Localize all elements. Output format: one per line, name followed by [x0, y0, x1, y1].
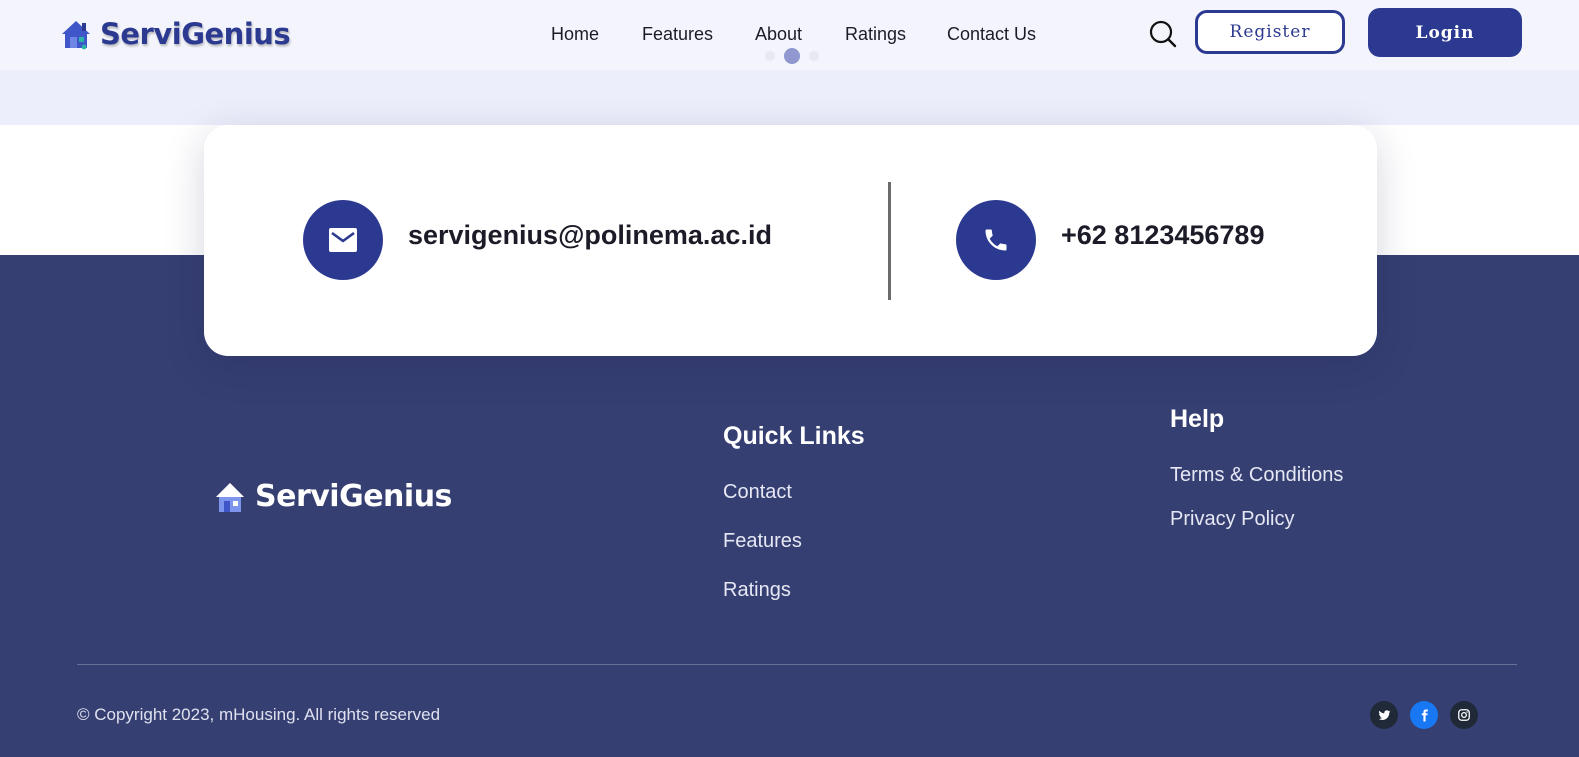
footer-brand-name: ServiGenius — [255, 479, 452, 514]
header-brand[interactable]: ServiGenius — [61, 17, 291, 51]
phone-icon-circle — [956, 200, 1036, 280]
contact-divider — [888, 182, 891, 300]
footer-link-privacy[interactable]: Privacy Policy — [1170, 508, 1294, 531]
house-logo-icon — [216, 482, 244, 512]
search-icon[interactable] — [1149, 20, 1177, 48]
login-button[interactable]: Login — [1368, 8, 1522, 57]
footer-link-terms[interactable]: Terms & Conditions — [1170, 464, 1343, 487]
contact-card: servigenius@polinema.ac.id +62 812345678… — [204, 125, 1377, 356]
site-header: ServiGenius Home Features About Ratings … — [0, 0, 1579, 70]
mail-icon — [329, 228, 357, 252]
nav-ratings[interactable]: Ratings — [845, 24, 906, 45]
instagram-link[interactable] — [1450, 701, 1478, 729]
footer-divider — [77, 664, 1517, 665]
carousel-dot[interactable] — [765, 51, 775, 61]
carousel-indicator — [765, 48, 828, 64]
register-button[interactable]: Register — [1195, 10, 1345, 54]
hero-band — [0, 70, 1579, 125]
footer-brand[interactable]: ServiGenius — [215, 479, 452, 514]
nav-contact-us[interactable]: Contact Us — [947, 24, 1036, 45]
contact-phone[interactable]: +62 8123456789 — [1061, 220, 1264, 251]
carousel-dot-active[interactable] — [784, 48, 800, 64]
brand-name: ServiGenius — [100, 17, 291, 51]
footer-link-ratings[interactable]: Ratings — [723, 579, 791, 602]
nav-features[interactable]: Features — [642, 24, 713, 45]
facebook-link[interactable] — [1410, 701, 1438, 729]
twitter-icon — [1378, 709, 1390, 720]
footer-link-features[interactable]: Features — [723, 530, 802, 553]
copyright-text: © Copyright 2023, mHousing. All rights r… — [77, 705, 441, 724]
instagram-icon — [1458, 709, 1470, 721]
carousel-dot[interactable] — [809, 51, 819, 61]
facebook-icon — [1421, 709, 1428, 721]
email-icon-circle — [303, 200, 383, 280]
phone-icon — [985, 229, 1007, 251]
footer-link-contact[interactable]: Contact — [723, 481, 792, 504]
twitter-link[interactable] — [1370, 701, 1398, 729]
help-title: Help — [1170, 405, 1225, 433]
nav-about[interactable]: About — [755, 24, 802, 45]
house-logo-icon — [62, 21, 90, 50]
contact-email[interactable]: servigenius@polinema.ac.id — [408, 220, 772, 251]
nav-home[interactable]: Home — [551, 24, 599, 45]
quick-links-title: Quick Links — [723, 422, 865, 450]
